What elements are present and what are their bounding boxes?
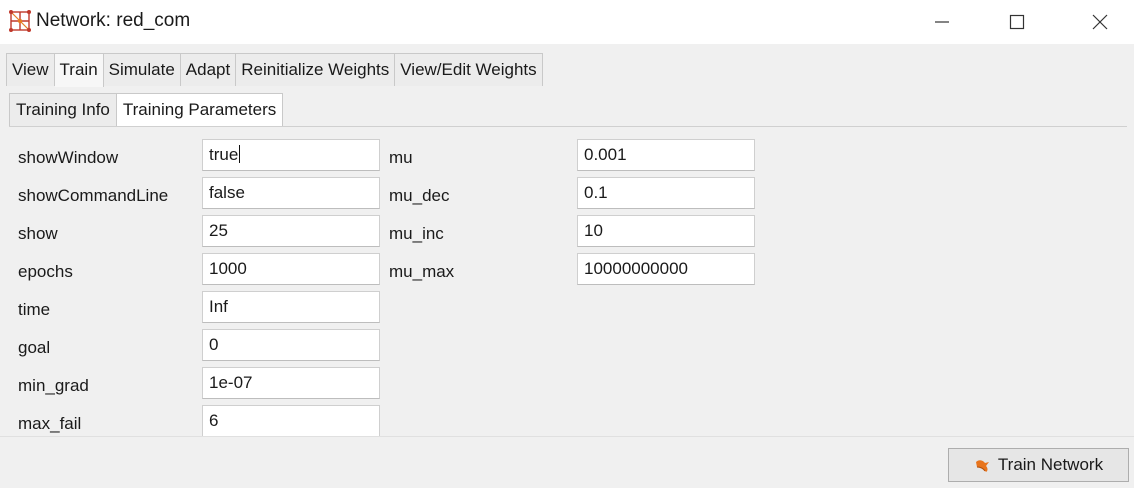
train-network-button[interactable]: Train Network bbox=[948, 448, 1129, 482]
param-field-show[interactable]: 25 bbox=[202, 215, 380, 247]
param-field-epochs[interactable]: 1000 bbox=[202, 253, 380, 285]
minimize-button[interactable] bbox=[919, 0, 965, 44]
close-button[interactable] bbox=[1077, 0, 1123, 44]
footer-divider bbox=[0, 436, 1134, 437]
tab-view-edit-weights[interactable]: View/Edit Weights bbox=[395, 53, 543, 86]
text-caret bbox=[239, 145, 241, 163]
main-tab-bar: View Train Simulate Adapt Reinitialize W… bbox=[6, 53, 543, 87]
param-field-time[interactable]: Inf bbox=[202, 291, 380, 323]
param-field-mu-max[interactable]: 10000000000 bbox=[577, 253, 755, 285]
param-label-goal: goal bbox=[18, 338, 51, 357]
param-field-mu-inc[interactable]: 10 bbox=[577, 215, 755, 247]
param-label-time: time bbox=[18, 300, 51, 319]
tab-view[interactable]: View bbox=[6, 53, 55, 86]
param-label-epochs: epochs bbox=[18, 262, 73, 281]
sub-tab-bar: Training Info Training Parameters bbox=[9, 93, 284, 126]
title-bar: Network: red_com bbox=[0, 0, 1134, 44]
param-field-showcommandline[interactable]: false bbox=[202, 177, 380, 209]
param-field-min-grad[interactable]: 1e-07 bbox=[202, 367, 380, 399]
training-parameters-panel: showWindow true showCommandLine false sh… bbox=[9, 126, 1127, 437]
param-label-mu: mu bbox=[389, 148, 413, 167]
tab-simulate[interactable]: Simulate bbox=[103, 53, 181, 86]
param-label-mu-inc: mu_inc bbox=[389, 224, 444, 243]
param-field-mu-dec[interactable]: 0.1 bbox=[577, 177, 755, 209]
param-label-show: show bbox=[18, 224, 58, 243]
tab-training-info[interactable]: Training Info bbox=[9, 93, 117, 126]
param-value-showwindow: true bbox=[209, 145, 239, 164]
param-label-mu-max: mu_max bbox=[389, 262, 455, 281]
param-label-max-fail: max_fail bbox=[18, 414, 82, 433]
tab-reinitialize-weights[interactable]: Reinitialize Weights bbox=[236, 53, 396, 86]
param-field-goal[interactable]: 0 bbox=[202, 329, 380, 361]
param-label-min-grad: min_grad bbox=[18, 376, 89, 395]
param-label-mu-dec: mu_dec bbox=[389, 186, 450, 205]
param-label-showwindow: showWindow bbox=[18, 148, 119, 167]
tab-adapt[interactable]: Adapt bbox=[180, 53, 237, 86]
maximize-icon bbox=[1009, 14, 1025, 30]
param-label-showcommandline: showCommandLine bbox=[18, 186, 169, 205]
param-field-showwindow[interactable]: true bbox=[202, 139, 380, 171]
minimize-icon bbox=[935, 21, 949, 23]
maximize-button[interactable] bbox=[994, 0, 1040, 44]
train-network-label: Train Network bbox=[997, 455, 1104, 474]
train-network-icon bbox=[975, 460, 989, 472]
param-field-mu[interactable]: 0.001 bbox=[577, 139, 755, 171]
network-app-icon bbox=[9, 10, 31, 32]
tab-training-parameters[interactable]: Training Parameters bbox=[116, 93, 284, 126]
close-icon bbox=[1092, 14, 1108, 30]
window-title: Network: red_com bbox=[36, 10, 191, 31]
param-field-max-fail[interactable]: 6 bbox=[202, 405, 380, 437]
tab-train[interactable]: Train bbox=[54, 53, 104, 87]
